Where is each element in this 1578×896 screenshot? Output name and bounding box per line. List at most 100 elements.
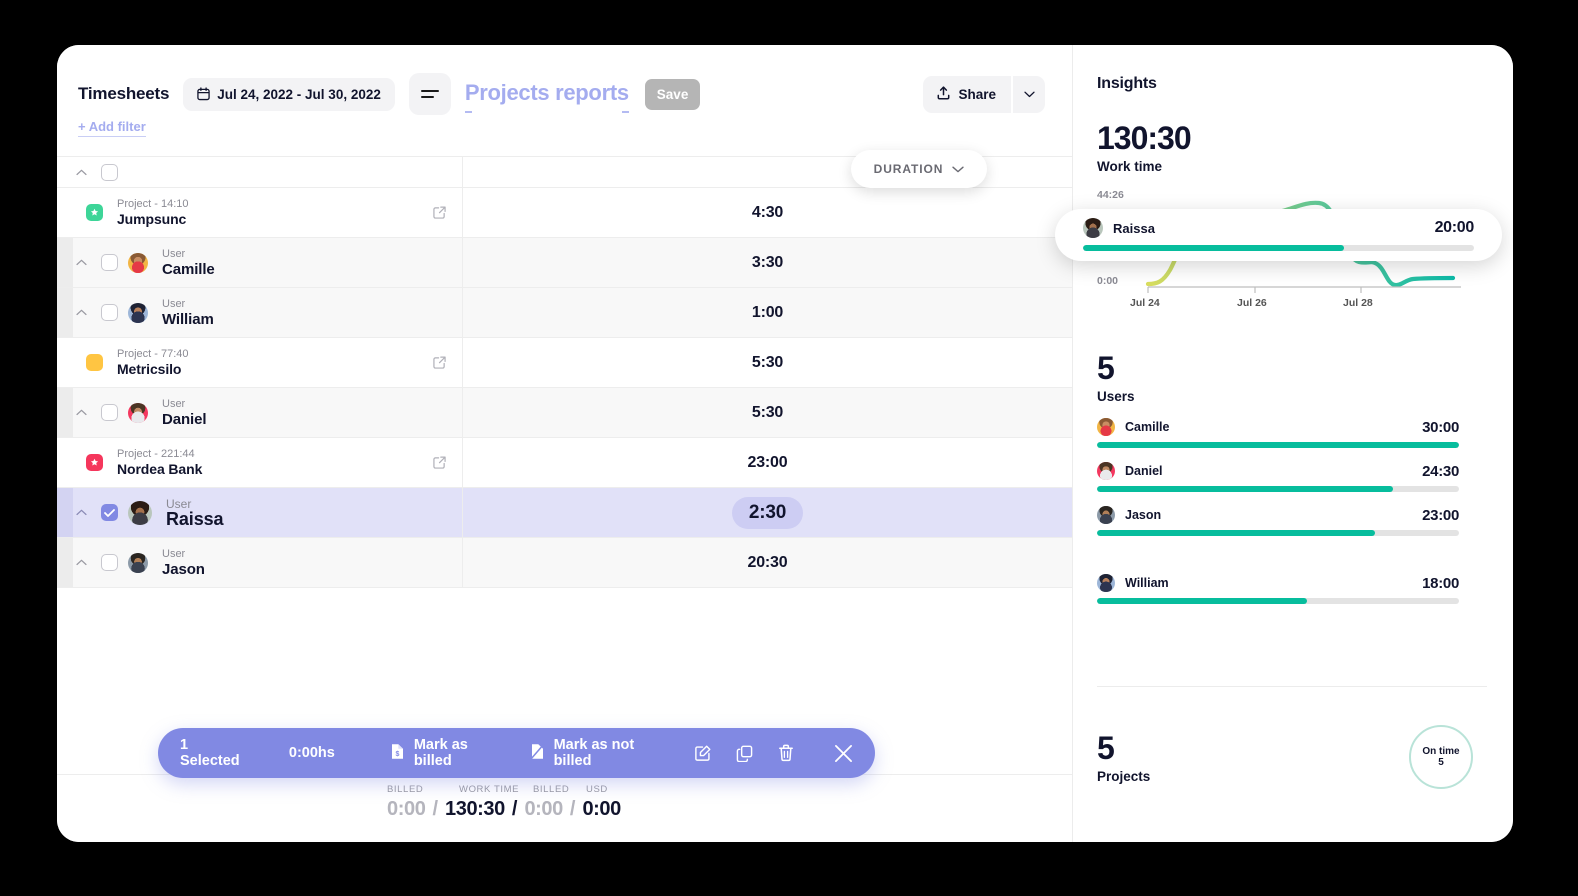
avatar (128, 253, 148, 273)
view-menu-button[interactable] (409, 73, 451, 115)
totals-label-billed2: BILLED (533, 784, 586, 795)
row-label-group: Project - 221:44 Nordea Bank (117, 448, 202, 478)
row-checkbox[interactable] (101, 404, 118, 421)
select-all-checkbox[interactable] (101, 164, 118, 181)
row-duration-value: 23:00 (748, 454, 788, 472)
open-project-icon[interactable] (433, 456, 446, 469)
row-indent-bar (57, 388, 73, 437)
duration-sort-dropdown[interactable]: DURATION (851, 150, 987, 188)
row-subtitle: User (162, 398, 206, 411)
open-project-icon[interactable] (433, 206, 446, 219)
avatar (1097, 506, 1115, 524)
user-bar-name: Camille (1125, 420, 1169, 434)
row-duration-cell: 23:00 (463, 454, 1072, 472)
user-bar-row[interactable]: Camille 30:00 (1097, 418, 1459, 448)
row-subtitle: User (162, 298, 214, 311)
open-project-icon[interactable] (433, 356, 446, 369)
avatar (1097, 418, 1115, 436)
invoice-slashed-icon (530, 743, 545, 764)
mark-as-not-billed-button[interactable]: Mark as not billed (530, 737, 660, 769)
timesheet-table: DURATION Project - 14:10 Ju (57, 156, 1072, 588)
mark-as-billed-button[interactable]: $ Mark as billed (390, 737, 497, 769)
insights-pane: Insights 130:30 Work time 44:26 22:13 0:… (1073, 45, 1513, 842)
totals-separator: / (512, 798, 518, 821)
save-button[interactable]: Save (645, 79, 701, 110)
users-count: 5 (1097, 350, 1513, 387)
projects-stat-group: 5 Projects (1097, 730, 1150, 784)
totals-label-usd: USD (586, 784, 608, 795)
page-title: Timesheets (78, 84, 169, 104)
delete-button[interactable] (778, 744, 794, 762)
collapse-caret-icon[interactable] (70, 259, 92, 266)
hamburger-icon (421, 87, 439, 102)
row-checkbox[interactable] (101, 304, 118, 321)
row-subtitle: Project - 14:10 (117, 198, 189, 211)
chevron-down-icon (1024, 85, 1035, 103)
user-bar-header: Daniel 24:30 (1097, 462, 1459, 480)
close-selection-button[interactable] (834, 744, 853, 763)
share-button[interactable]: Share (923, 76, 1011, 113)
toolbar: Timesheets Jul 24, 2022 - Jul 30, 2022 P… (57, 45, 1072, 113)
table-row[interactable]: User William 1:00 (57, 288, 1072, 338)
duplicate-button[interactable] (736, 745, 753, 762)
row-duration-cell: 20:30 (463, 554, 1072, 572)
row-checkbox[interactable] (101, 504, 118, 521)
chevron-down-icon (952, 162, 964, 176)
user-bar-name: Raissa (1113, 221, 1155, 236)
report-title-input[interactable]: Projects reports (465, 80, 629, 109)
table-header-row: DURATION (57, 156, 1072, 188)
row-duration-cell: 4:30 (463, 204, 1072, 222)
row-duration-cell: 5:30 (463, 354, 1072, 372)
user-hover-card[interactable]: Raissa 20:00 (1055, 209, 1502, 261)
projects-count: 5 (1097, 730, 1150, 767)
row-checkbox[interactable] (101, 554, 118, 571)
table-row[interactable]: User Camille 3:30 (57, 238, 1072, 288)
row-title: Nordea Bank (117, 461, 202, 478)
date-range-picker[interactable]: Jul 24, 2022 - Jul 30, 2022 (183, 78, 395, 111)
table-row[interactable]: User Jason 20:30 (57, 538, 1072, 588)
user-bar-name: Jason (1125, 508, 1161, 522)
user-bar-track (1097, 530, 1459, 536)
edit-button[interactable] (694, 745, 711, 762)
collapse-caret-icon[interactable] (70, 409, 92, 416)
row-label-group: User Jason (162, 548, 205, 578)
users-stat-block: 5 Users Camille 30:00 (1097, 350, 1513, 604)
user-bar-row[interactable]: Jason 23:00 (1097, 506, 1459, 536)
row-indent-bar (57, 238, 73, 287)
row-name-cell: User Camille (57, 248, 462, 278)
collapse-caret-icon[interactable] (70, 559, 92, 566)
user-bar-value: 23:00 (1422, 507, 1459, 524)
user-bar-header: Camille 30:00 (1097, 418, 1459, 436)
row-label-group: User William (162, 298, 214, 328)
user-bar-fill (1083, 245, 1344, 251)
table-row[interactable]: Project - 14:10 Jumpsunc 4:30 (57, 188, 1072, 238)
x-tick-0: Jul 24 (1130, 297, 1160, 309)
share-dropdown-button[interactable] (1011, 76, 1045, 113)
row-duration-value: 4:30 (752, 204, 783, 222)
table-row-selected[interactable]: User Raissa 2:30 (57, 488, 1072, 538)
table-row[interactable]: User Daniel 5:30 (57, 388, 1072, 438)
collapse-caret-icon[interactable] (70, 509, 92, 516)
row-indent-bar (57, 488, 73, 537)
user-bar-fill (1097, 598, 1307, 604)
row-checkbox[interactable] (101, 254, 118, 271)
table-row[interactable]: Project - 77:40 Metricsilo 5:30 (57, 338, 1072, 388)
row-duration-value: 5:30 (752, 354, 783, 372)
user-bar-track (1097, 598, 1459, 604)
avatar (1097, 462, 1115, 480)
y-tick-top: 44:26 (1097, 189, 1124, 201)
user-bar-header: Jason 23:00 (1097, 506, 1459, 524)
collapse-caret-icon[interactable] (70, 309, 92, 316)
table-row[interactable]: Project - 221:44 Nordea Bank 23:00 (57, 438, 1072, 488)
row-name-cell: Project - 221:44 Nordea Bank (57, 448, 462, 478)
mark-as-billed-label: Mark as billed (414, 737, 497, 769)
x-tick-2: Jul 28 (1343, 297, 1373, 309)
collapse-all-caret-icon[interactable] (70, 169, 92, 176)
row-duration-cell: 2:30 (463, 497, 1072, 529)
user-bar-row[interactable]: William 18:00 (1097, 574, 1459, 604)
user-bar-row[interactable]: Daniel 24:30 (1097, 462, 1459, 492)
calendar-icon (197, 87, 210, 101)
add-filter-button[interactable]: + Add filter (78, 119, 146, 137)
totals-value-billed: 0:00 (387, 798, 425, 821)
project-color-badge (86, 204, 103, 221)
